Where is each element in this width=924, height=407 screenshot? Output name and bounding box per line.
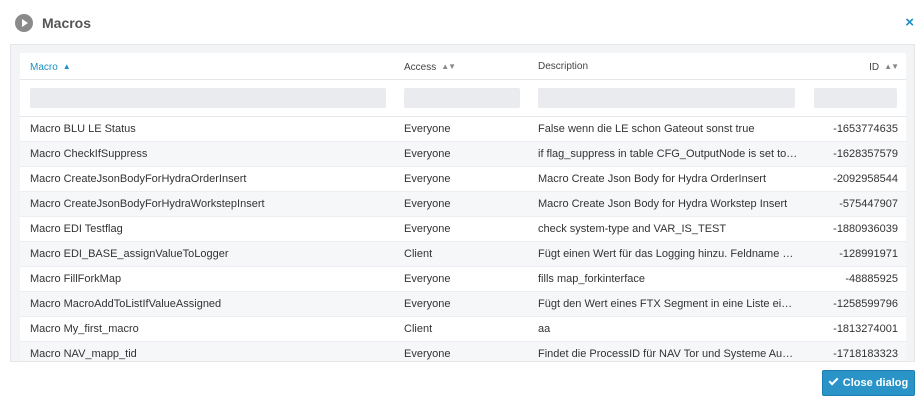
close-dialog-label: Close dialog	[842, 377, 909, 389]
table-row[interactable]: Macro CreateJsonBodyForHydraOrderInsert …	[20, 167, 906, 192]
check-icon	[828, 375, 839, 386]
table-row[interactable]: Macro BLU LE Status Everyone False wenn …	[20, 117, 906, 142]
sort-ascending-icon: ▲	[62, 62, 71, 71]
cell-access: Everyone	[404, 173, 451, 185]
table-row[interactable]: Macro NAV_mapp_tid Everyone Findet die P…	[20, 342, 906, 361]
column-header-description: Description	[528, 53, 804, 80]
cell-id: -1718183323	[833, 348, 898, 360]
table-row[interactable]: Macro My_first_macro Client aa -18132740…	[20, 317, 906, 342]
column-header-id[interactable]: ID ▲▼	[804, 53, 906, 80]
macros-dialog: Macros × Macro ▲ Access ▲▼ Description ID ▲…	[0, 0, 924, 407]
filter-access-input[interactable]	[404, 88, 520, 108]
cell-id: -1653774635	[833, 123, 898, 135]
cell-description: Findet die ProcessID für NAV Tor und Sys…	[538, 348, 804, 360]
cell-id: -128991971	[839, 248, 898, 260]
dialog-title: Macros	[42, 15, 92, 31]
macros-table: Macro ▲ Access ▲▼ Description ID ▲▼ Macr…	[20, 53, 906, 361]
cell-macro: Macro MacroAddToListIfValueAssigned	[30, 298, 222, 310]
cell-id: -575447907	[839, 198, 898, 210]
cell-macro: Macro FillForkMap	[30, 273, 122, 285]
cell-description: Fügt einen Wert für das Logging hinzu. F…	[538, 248, 804, 260]
cell-macro: Macro CreateJsonBodyForHydraWorkstepInse…	[30, 198, 265, 210]
cell-access: Everyone	[404, 273, 451, 285]
table-row[interactable]: Macro MacroAddToListIfValueAssigned Ever…	[20, 292, 906, 317]
filter-id-input[interactable]	[814, 88, 897, 108]
column-header-label: Description	[538, 61, 589, 72]
column-header-access[interactable]: Access ▲▼	[394, 53, 528, 80]
table-body[interactable]: Macro BLU LE Status Everyone False wenn …	[20, 117, 906, 361]
cell-id: -1628357579	[833, 148, 898, 160]
cell-access: Everyone	[404, 123, 451, 135]
cell-access: Client	[404, 248, 433, 260]
cell-description: Macro Create Json Body for Hydra OrderIn…	[538, 173, 767, 185]
filter-row	[20, 80, 906, 117]
cell-macro: Macro EDI_BASE_assignValueToLogger	[30, 248, 229, 260]
cell-description: if flag_suppress in table CFG_OutputNode…	[538, 148, 804, 160]
cell-access: Everyone	[404, 223, 451, 235]
table-row[interactable]: Macro CreateJsonBodyForHydraWorkstepInse…	[20, 192, 906, 217]
filter-macro-input[interactable]	[30, 88, 386, 108]
cell-macro: Macro EDI Testflag	[30, 223, 123, 235]
cell-access: Client	[404, 323, 433, 335]
cell-macro: Macro My_first_macro	[30, 323, 139, 335]
cell-id: -2092958544	[833, 173, 898, 185]
cell-access: Everyone	[404, 148, 451, 160]
cell-description: check system-type and VAR_IS_TEST	[538, 223, 727, 235]
cell-id: -1813274001	[833, 323, 898, 335]
cell-access: Everyone	[404, 348, 451, 360]
filter-description-input[interactable]	[538, 88, 795, 108]
cell-description: Macro Create Json Body for Hydra Workste…	[538, 198, 788, 210]
cell-id: -1258599796	[833, 298, 898, 310]
table-header: Macro ▲ Access ▲▼ Description ID ▲▼	[20, 53, 906, 80]
cell-description: False wenn die LE schon Gateout sonst tr…	[538, 123, 755, 135]
column-header-label: Macro	[30, 62, 58, 73]
table-row[interactable]: Macro EDI_BASE_assignValueToLogger Clien…	[20, 242, 906, 267]
cell-macro: Macro CreateJsonBodyForHydraOrderInsert	[30, 173, 247, 185]
cell-macro: Macro BLU LE Status	[30, 123, 136, 135]
cell-macro: Macro NAV_mapp_tid	[30, 348, 137, 360]
sort-both-icon: ▲▼	[441, 62, 456, 71]
column-header-label: Access	[404, 62, 437, 73]
column-header-macro[interactable]: Macro ▲	[20, 53, 394, 80]
cell-access: Everyone	[404, 298, 451, 310]
table-row[interactable]: Macro FillForkMap Everyone fills map_for…	[20, 267, 906, 292]
sort-both-icon: ▲▼	[884, 62, 899, 71]
close-dialog-button[interactable]: Close dialog	[822, 370, 915, 396]
play-circle-icon	[15, 14, 33, 32]
table-row[interactable]: Macro EDI Testflag Everyone check system…	[20, 217, 906, 242]
column-header-label: ID	[869, 62, 880, 73]
cell-description: aa	[538, 323, 551, 335]
cell-id: -1880936039	[833, 223, 898, 235]
dialog-header: Macros ×	[0, 0, 924, 44]
table-row[interactable]: Macro CheckIfSuppress Everyone if flag_s…	[20, 142, 906, 167]
cell-description: Fügt den Wert eines FTX Segment in eine …	[538, 298, 804, 310]
cell-id: -48885925	[845, 273, 898, 285]
cell-access: Everyone	[404, 198, 451, 210]
close-icon[interactable]: ×	[905, 14, 914, 32]
cell-macro: Macro CheckIfSuppress	[30, 148, 148, 160]
cell-description: fills map_forkinterface	[538, 273, 645, 285]
macros-table-panel[interactable]: Macro ▲ Access ▲▼ Description ID ▲▼ Macr…	[10, 44, 915, 362]
